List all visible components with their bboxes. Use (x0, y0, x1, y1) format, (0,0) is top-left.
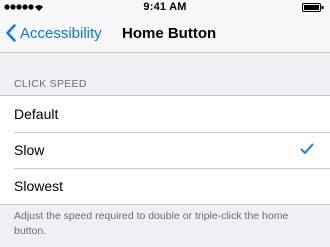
option-label: Slowest (14, 178, 64, 194)
checkmark-icon (300, 143, 314, 154)
navigation-bar: Accessibility Home Button (0, 14, 330, 53)
status-bar: 9:41 AM (0, 0, 330, 14)
option-default[interactable]: Default (0, 96, 330, 132)
section-header: CLICK SPEED (14, 78, 87, 90)
option-slow[interactable]: Slow (0, 132, 330, 168)
option-label: Slow (14, 142, 45, 158)
click-speed-options: Default Slow Slowest (0, 95, 330, 205)
option-slowest[interactable]: Slowest (0, 168, 330, 204)
option-label: Default (14, 106, 59, 122)
back-button[interactable]: Accessibility (6, 22, 102, 44)
footer-note: Adjust the speed required to double or t… (14, 210, 289, 237)
chevron-left-icon (6, 24, 16, 42)
battery-icon (302, 3, 324, 12)
page-title: Home Button (122, 25, 217, 42)
status-time: 9:41 AM (143, 1, 187, 13)
back-label: Accessibility (20, 24, 102, 42)
